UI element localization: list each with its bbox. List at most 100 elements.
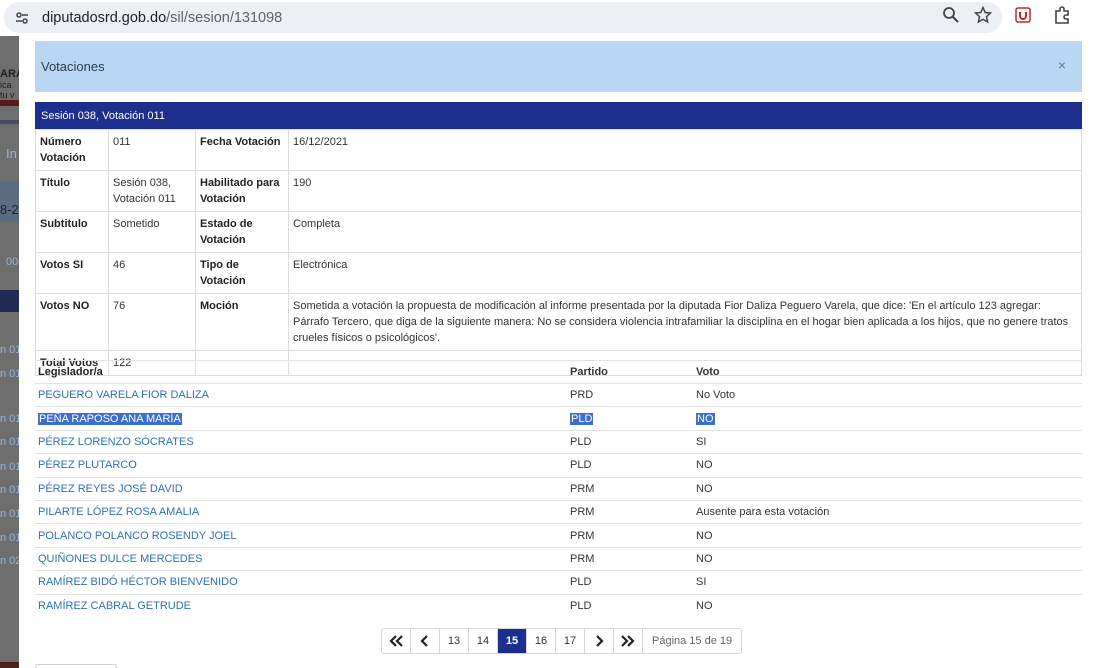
next-page-icon[interactable] bbox=[585, 629, 614, 653]
modal-title: Votaciones bbox=[41, 59, 105, 74]
page-17-button[interactable]: 17 bbox=[556, 629, 585, 653]
vote-cell: NO bbox=[696, 482, 713, 495]
legislator-link[interactable]: PÉREZ PLUTARCO bbox=[38, 459, 137, 471]
table-row: PÉREZ LORENZO SÓCRATES PLD SI bbox=[35, 431, 1082, 455]
party-cell: PLD bbox=[570, 576, 592, 589]
url-host: diputadosrd.gob.do bbox=[42, 9, 167, 26]
modal-header: Votaciones × bbox=[35, 41, 1082, 92]
party-cell: PRM bbox=[570, 482, 595, 495]
votos-si-label: Votos SI bbox=[35, 252, 109, 294]
party-cell: PRM bbox=[570, 529, 595, 542]
party-cell: PRM bbox=[570, 552, 595, 565]
header-partido: Partido bbox=[570, 366, 608, 378]
url-text[interactable]: diputadosrd.gob.do/sil/sesion/131098 bbox=[42, 10, 282, 26]
prev-page-icon[interactable] bbox=[411, 629, 440, 653]
vote-cell: NO bbox=[696, 529, 713, 542]
page-info: Página 15 de 19 bbox=[643, 629, 742, 653]
zoom-icon[interactable] bbox=[942, 6, 960, 24]
party-cell: PLD bbox=[570, 412, 594, 425]
party-cell: PRD bbox=[570, 389, 594, 402]
info-row: Título Sesión 038, Votación 011 Habilita… bbox=[35, 170, 1082, 212]
subtitulo-label: Subtitulo bbox=[35, 211, 109, 253]
backdrop-text: 00 bbox=[6, 256, 19, 268]
backdrop-text: 8-2 bbox=[0, 202, 19, 217]
legislator-link[interactable]: RAMÍREZ BIDÓ HÉCTOR BIENVENIDO bbox=[38, 576, 238, 588]
site-settings-icon[interactable] bbox=[14, 10, 30, 26]
legislator-link[interactable]: PEÑA RAPOSO ANA MARÍA bbox=[38, 412, 182, 425]
info-row: Número Votación 011 Fecha Votación 16/12… bbox=[35, 129, 1082, 171]
legislator-link[interactable]: PÉREZ REYES JOSÉ DAVID bbox=[38, 483, 183, 495]
extensions-puzzle-icon[interactable] bbox=[1053, 6, 1071, 24]
table-row: RAMÍREZ CABRAL GETRUDE PLD NO bbox=[35, 595, 1082, 618]
url-path: /sil/sesion/131098 bbox=[166, 9, 283, 26]
table-row: RAMÍREZ BIDÓ HÉCTOR BIENVENIDO PLD SI bbox=[35, 571, 1082, 595]
last-page-icon[interactable] bbox=[614, 629, 643, 653]
section-title: Sesión 038, Votación 011 bbox=[35, 102, 1082, 129]
page-16-button[interactable]: 16 bbox=[527, 629, 556, 653]
legislator-link[interactable]: PEGUERO VARELA FIOR DALIZA bbox=[38, 389, 209, 401]
page-15-button-current[interactable]: 15 bbox=[498, 629, 527, 653]
subtitulo-value: Sometido bbox=[108, 211, 196, 253]
fecha-label: Fecha Votación bbox=[195, 129, 289, 171]
backdrop-text: ica bbox=[0, 80, 12, 90]
info-row: Subtitulo Sometido Estado de Votación Co… bbox=[35, 211, 1082, 253]
first-page-icon[interactable] bbox=[382, 629, 411, 653]
table-row: PÉREZ REYES JOSÉ DAVID PRM NO bbox=[35, 478, 1082, 501]
party-cell: PLD bbox=[570, 600, 592, 613]
habilitado-label: Habilitado para Votación bbox=[195, 170, 289, 212]
legislator-link[interactable]: PÉREZ LORENZO SÓCRATES bbox=[38, 436, 194, 448]
vote-cell: Ausente para esta votación bbox=[696, 506, 830, 519]
bookmark-star-icon[interactable] bbox=[974, 6, 992, 24]
table-row: PILARTE LÓPEZ ROSA AMALIA PRM Ausente pa… bbox=[35, 501, 1082, 525]
votes-table: Legislador/a Partido Voto PEGUERO VARELA… bbox=[35, 360, 1082, 618]
vote-cell: NO bbox=[696, 600, 713, 613]
party-cell: PRM bbox=[570, 506, 595, 519]
numero-label: Número Votación bbox=[35, 129, 109, 171]
address-bar[interactable]: diputadosrd.gob.do/sil/sesion/131098 bbox=[4, 2, 1002, 33]
table-row-selected: PEÑA RAPOSO ANA MARÍA PLD NO bbox=[35, 407, 1082, 431]
table-row: PEGUERO VARELA FIOR DALIZA PRD No Voto bbox=[35, 384, 1082, 408]
backdrop-text: In bbox=[6, 146, 17, 161]
vote-cell: NO bbox=[696, 552, 713, 565]
estado-value: Completa bbox=[288, 211, 1082, 253]
legislator-link[interactable]: RAMÍREZ CABRAL GETRUDE bbox=[38, 600, 191, 612]
vote-cell: No Voto bbox=[696, 389, 736, 402]
party-cell: PLD bbox=[570, 435, 592, 448]
table-row: QUIÑONES DULCE MERCEDES PRM NO bbox=[35, 548, 1082, 572]
party-cell: PLD bbox=[570, 459, 592, 472]
header-legislador: Legislador/a bbox=[38, 366, 103, 378]
habilitado-value: 190 bbox=[288, 170, 1082, 212]
info-row: Votos SI 46 Tipo de Votación Electrónica bbox=[35, 252, 1082, 294]
votos-no-value: 76 bbox=[108, 293, 196, 351]
extension-shield-icon[interactable] bbox=[1015, 7, 1031, 23]
tipo-label: Tipo de Votación bbox=[195, 252, 289, 294]
header-voto: Voto bbox=[696, 366, 720, 378]
titulo-value: Sesión 038, Votación 011 bbox=[108, 170, 196, 212]
mocion-label: Moción bbox=[195, 293, 289, 351]
mocion-value: Sometida a votación la propuesta de modi… bbox=[288, 293, 1082, 351]
votes-header-row: Legislador/a Partido Voto bbox=[35, 360, 1082, 384]
vote-cell: SI bbox=[696, 576, 707, 589]
estado-label: Estado de Votación bbox=[195, 211, 289, 253]
table-row: POLANCO POLANCO ROSENDY JOEL PRM NO bbox=[35, 524, 1082, 548]
numero-value: 011 bbox=[108, 129, 196, 171]
close-icon[interactable]: × bbox=[1058, 57, 1066, 73]
fecha-value: 16/12/2021 bbox=[288, 129, 1082, 171]
titulo-label: Título bbox=[35, 170, 109, 212]
legislator-link[interactable]: QUIÑONES DULCE MERCEDES bbox=[38, 553, 202, 565]
page-14-button[interactable]: 14 bbox=[469, 629, 498, 653]
legislator-link[interactable]: PILARTE LÓPEZ ROSA AMALIA bbox=[38, 506, 199, 518]
votaciones-modal: Votaciones × Sesión 038, Votación 011 Nú… bbox=[19, 36, 1101, 668]
browser-toolbar: diputadosrd.gob.do/sil/sesion/131098 bbox=[0, 0, 1101, 36]
tipo-value: Electrónica bbox=[288, 252, 1082, 294]
vote-cell: SI bbox=[696, 435, 707, 448]
pagination: 13 14 15 16 17 Página 15 de 19 bbox=[381, 628, 743, 654]
votos-no-label: Votos NO bbox=[35, 293, 109, 351]
votos-si-value: 46 bbox=[108, 252, 196, 294]
vote-cell: NO bbox=[696, 459, 713, 472]
table-row: PÉREZ PLUTARCO PLD NO bbox=[35, 454, 1082, 478]
backdrop-text: tu v bbox=[0, 90, 15, 100]
page-13-button[interactable]: 13 bbox=[440, 629, 469, 653]
legislator-link[interactable]: POLANCO POLANCO ROSENDY JOEL bbox=[38, 530, 236, 542]
footer-button[interactable] bbox=[35, 664, 117, 668]
